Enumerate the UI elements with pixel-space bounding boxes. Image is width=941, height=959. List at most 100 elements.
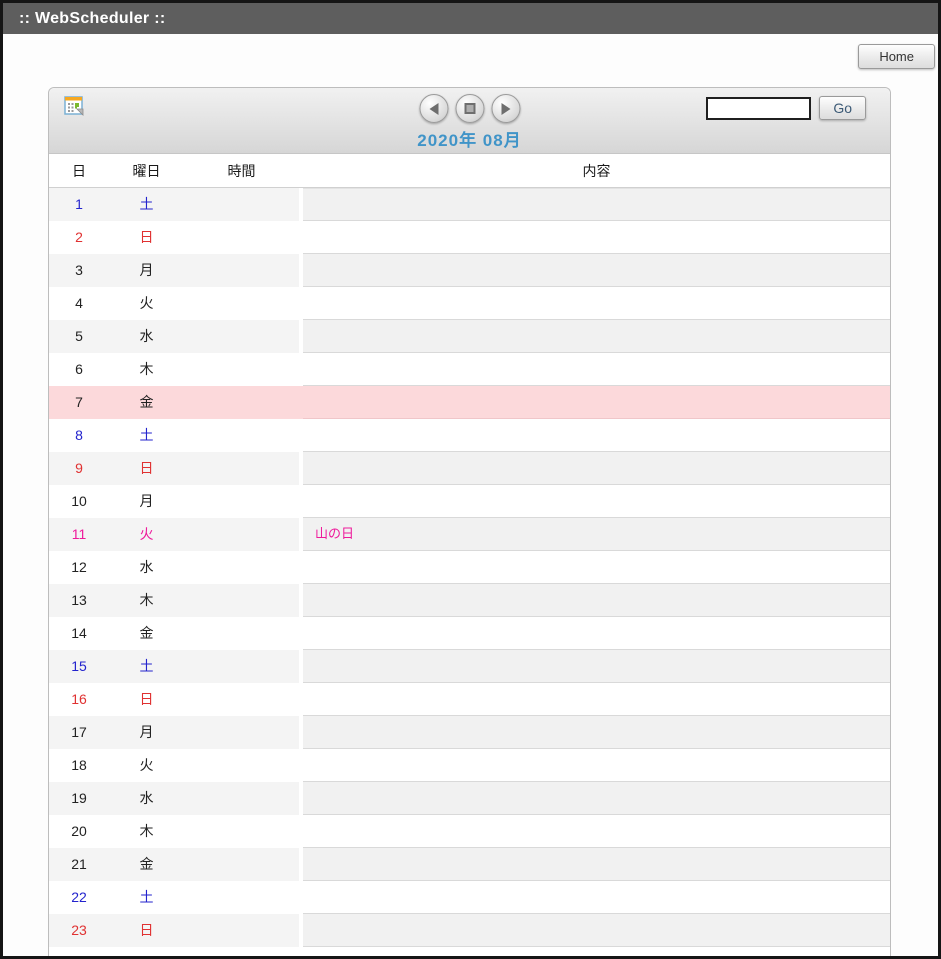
day-cell: 14 (49, 617, 109, 650)
content-cell (303, 485, 890, 518)
table-row[interactable]: 3 月 (49, 254, 890, 287)
content-cell (303, 452, 890, 485)
table-row[interactable]: 13 木 (49, 584, 890, 617)
time-cell (184, 386, 299, 419)
time-cell (184, 947, 299, 959)
weekday-cell: 日 (109, 683, 184, 716)
day-cell: 1 (49, 188, 109, 221)
time-cell (184, 254, 299, 287)
table-row[interactable]: 22 土 (49, 881, 890, 914)
column-header-day: 日 (49, 154, 109, 187)
weekday-cell: 月 (109, 485, 184, 518)
time-cell (184, 353, 299, 386)
weekday-cell: 金 (109, 848, 184, 881)
table-row[interactable]: 11 火 山の日 (49, 518, 890, 551)
table-row[interactable]: 17 月 (49, 716, 890, 749)
content-cell (303, 914, 890, 947)
month-navigation (419, 94, 520, 123)
day-cell: 22 (49, 881, 109, 914)
time-cell (184, 650, 299, 683)
go-button[interactable]: Go (819, 96, 866, 120)
content-cell (303, 353, 890, 386)
day-cell: 17 (49, 716, 109, 749)
scheduler-header: 2020年 08月 Go (49, 88, 890, 154)
weekday-cell: 木 (109, 584, 184, 617)
weekday-cell: 月 (109, 947, 184, 959)
previous-month-button[interactable] (419, 94, 448, 123)
weekday-cell: 木 (109, 815, 184, 848)
table-row[interactable]: 24 月 (49, 947, 890, 959)
content-cell (303, 419, 890, 452)
table-row[interactable]: 18 火 (49, 749, 890, 782)
content-cell (303, 254, 890, 287)
time-cell (184, 848, 299, 881)
day-cell: 12 (49, 551, 109, 584)
table-row[interactable]: 16 日 (49, 683, 890, 716)
column-header-time: 時間 (184, 154, 299, 187)
day-cell: 20 (49, 815, 109, 848)
home-button[interactable]: Home (858, 44, 935, 69)
table-row[interactable]: 2 日 (49, 221, 890, 254)
table-row[interactable]: 23 日 (49, 914, 890, 947)
content-cell (303, 782, 890, 815)
table-row[interactable]: 5 水 (49, 320, 890, 353)
day-cell: 5 (49, 320, 109, 353)
table-row[interactable]: 21 金 (49, 848, 890, 881)
time-cell (184, 551, 299, 584)
content-cell (303, 749, 890, 782)
table-row[interactable]: 8 土 (49, 419, 890, 452)
day-cell: 24 (49, 947, 109, 959)
table-row[interactable]: 19 水 (49, 782, 890, 815)
time-cell (184, 815, 299, 848)
next-month-icon (501, 103, 510, 115)
day-cell: 19 (49, 782, 109, 815)
time-cell (184, 716, 299, 749)
schedule-rows: 1 土 2 日 3 月 4 火 5 水 6 木 (49, 188, 890, 959)
content-cell (303, 617, 890, 650)
content-cell (303, 716, 890, 749)
content-cell (303, 287, 890, 320)
scheduler-panel: 2020年 08月 Go 日 曜日 時間 内容 1 土 2 日 3 月 (48, 87, 891, 959)
table-row[interactable]: 12 水 (49, 551, 890, 584)
day-cell: 8 (49, 419, 109, 452)
weekday-cell: 日 (109, 914, 184, 947)
time-cell (184, 617, 299, 650)
table-row[interactable]: 14 金 (49, 617, 890, 650)
table-row[interactable]: 7 金 (49, 386, 890, 419)
day-cell: 2 (49, 221, 109, 254)
column-header-content: 内容 (303, 154, 890, 187)
time-cell (184, 749, 299, 782)
time-cell (184, 452, 299, 485)
day-cell: 10 (49, 485, 109, 518)
weekday-cell: 月 (109, 254, 184, 287)
home-button-row: Home (3, 34, 938, 70)
weekday-cell: 月 (109, 716, 184, 749)
app-title: :: WebScheduler :: (19, 10, 165, 27)
calendar-icon[interactable] (64, 96, 84, 116)
content-cell (303, 221, 890, 254)
day-cell: 11 (49, 518, 109, 551)
table-row[interactable]: 1 土 (49, 188, 890, 221)
table-row[interactable]: 20 木 (49, 815, 890, 848)
content-cell: 山の日 (303, 518, 890, 551)
weekday-cell: 水 (109, 551, 184, 584)
time-cell (184, 188, 299, 221)
weekday-cell: 水 (109, 782, 184, 815)
day-cell: 13 (49, 584, 109, 617)
search-input[interactable] (706, 97, 811, 120)
table-row[interactable]: 6 木 (49, 353, 890, 386)
table-row[interactable]: 10 月 (49, 485, 890, 518)
next-month-button[interactable] (491, 94, 520, 123)
month-title: 2020年 08月 (49, 126, 890, 151)
current-month-icon (464, 103, 475, 114)
time-cell (184, 914, 299, 947)
content-cell (303, 584, 890, 617)
time-cell (184, 683, 299, 716)
weekday-cell: 土 (109, 881, 184, 914)
weekday-cell: 日 (109, 221, 184, 254)
time-cell (184, 518, 299, 551)
table-row[interactable]: 4 火 (49, 287, 890, 320)
table-row[interactable]: 15 土 (49, 650, 890, 683)
table-row[interactable]: 9 日 (49, 452, 890, 485)
current-month-button[interactable] (455, 94, 484, 123)
